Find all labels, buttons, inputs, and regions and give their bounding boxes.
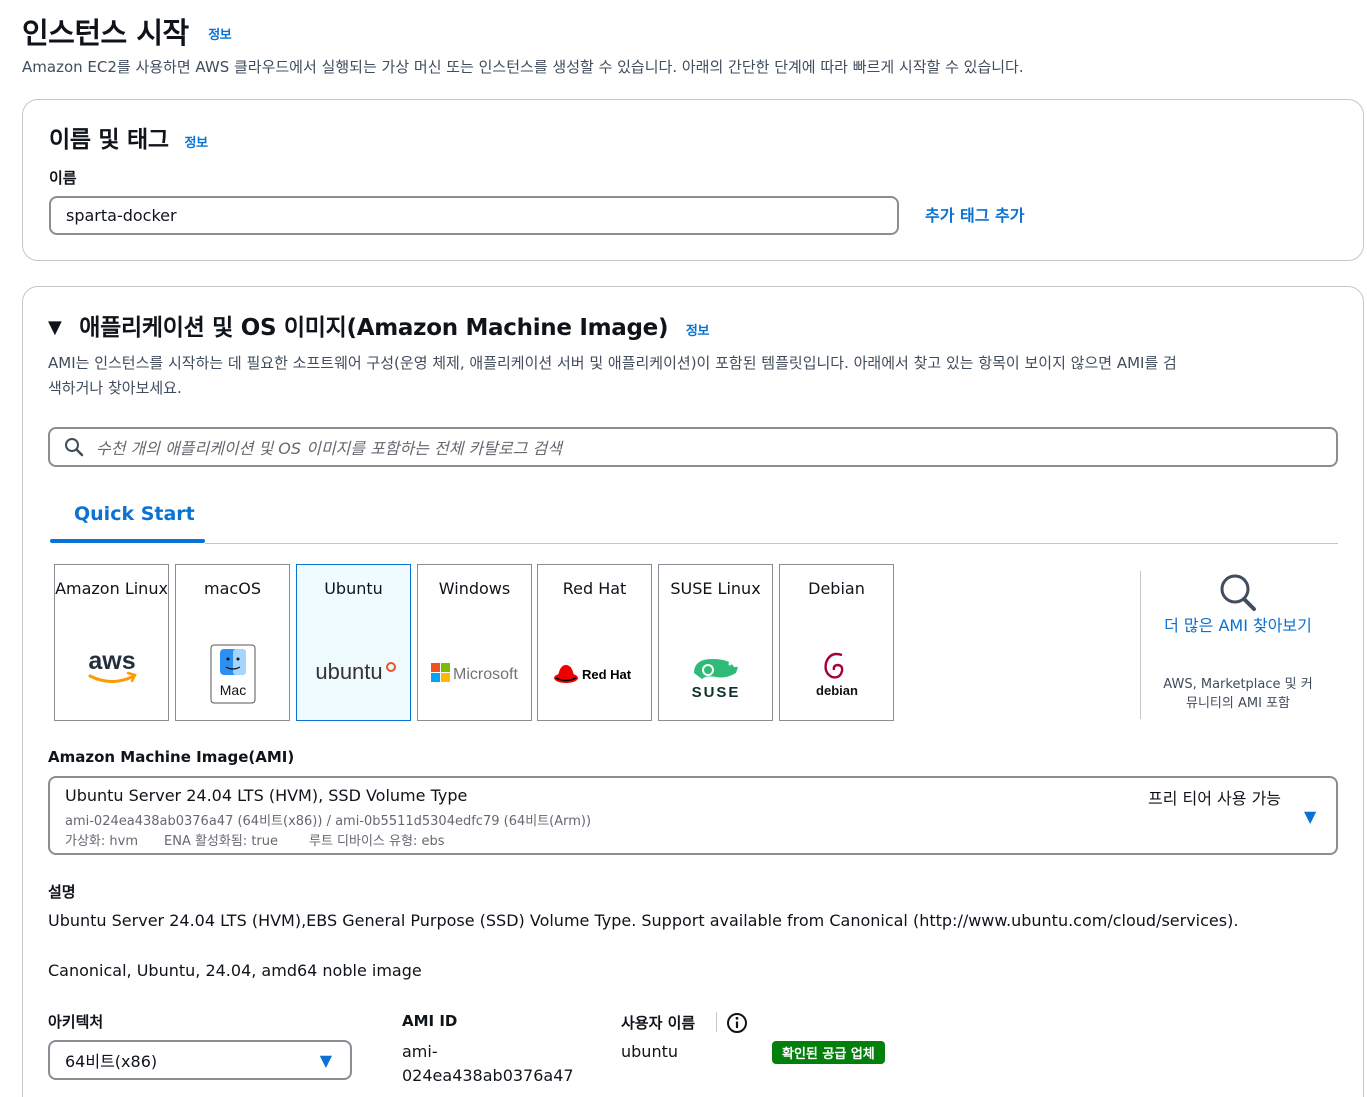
mac-finder-icon: Mac bbox=[176, 644, 289, 704]
name-label: 이름 bbox=[49, 169, 77, 187]
chevron-down-icon: ▼ bbox=[1304, 807, 1317, 826]
svg-text:Mac: Mac bbox=[219, 682, 245, 698]
name-tags-title-text: 이름 및 태그 bbox=[49, 127, 169, 153]
ami-id-value-2: 024ea438ab0376a47 bbox=[402, 1066, 574, 1085]
ami-tile-suse[interactable]: SUSE Linux SUSE bbox=[658, 564, 773, 721]
ami-id-value-1: ami- bbox=[402, 1042, 438, 1061]
arch-label: 아키텍처 bbox=[48, 1013, 104, 1031]
info-link[interactable]: 정보 bbox=[208, 28, 231, 43]
tile-label: macOS bbox=[204, 579, 261, 598]
ami-tile-windows[interactable]: Windows Microsoft bbox=[417, 564, 532, 721]
browse-search-icon[interactable] bbox=[1218, 573, 1258, 615]
svg-text:ubuntu: ubuntu bbox=[315, 659, 382, 684]
tab-divider bbox=[205, 543, 1338, 544]
tile-label: SUSE Linux bbox=[670, 579, 761, 598]
name-input-value: sparta-docker bbox=[66, 206, 177, 225]
add-tags-button[interactable]: 추가 태그 추가 bbox=[925, 202, 1024, 226]
ami-tile-macos[interactable]: macOS Mac bbox=[175, 564, 290, 721]
redhat-logo-icon: Red Hat bbox=[538, 661, 651, 687]
tile-label: Debian bbox=[808, 579, 865, 598]
desc-line2: Canonical, Ubuntu, 24.04, amd64 noble im… bbox=[48, 961, 422, 980]
tab-quick-start[interactable]: Quick Start bbox=[74, 503, 195, 525]
ami-root-device: 루트 디바이스 유형: ebs bbox=[309, 834, 445, 849]
username-label: 사용자 이름 bbox=[621, 1014, 696, 1032]
name-tags-panel: 이름 및 태그 정보 이름 sparta-docker 추가 태그 추가 bbox=[22, 99, 1364, 261]
tiles-divider bbox=[1140, 571, 1141, 719]
svg-text:SUSE: SUSE bbox=[691, 684, 740, 701]
tile-label: Amazon Linux bbox=[55, 579, 168, 598]
suse-logo-icon: SUSE bbox=[659, 653, 772, 701]
desc-line1: Ubuntu Server 24.04 LTS (HVM),EBS Genera… bbox=[48, 911, 1239, 930]
ami-description-line2: 색하거나 찾아보세요. bbox=[48, 379, 182, 397]
info-circle-icon[interactable] bbox=[726, 1012, 748, 1038]
ami-search-input[interactable]: 수천 개의 애플리케이션 및 OS 이미지를 포함하는 전체 카탈로그 검색 bbox=[48, 427, 1338, 467]
ami-id-label: AMI ID bbox=[402, 1012, 458, 1030]
browse-more-sub: AWS, Marketplace 및 커뮤니티의 AMI 포함 bbox=[1163, 677, 1313, 711]
ami-tile-redhat[interactable]: Red Hat Red Hat bbox=[537, 564, 652, 721]
ami-label: Amazon Machine Image(AMI) bbox=[48, 748, 295, 766]
arch-value: 64비트(x86) bbox=[65, 1052, 158, 1071]
ami-ena: ENA 활성화됨: true bbox=[164, 834, 278, 849]
page-title: 인스턴스 시작 정보 bbox=[22, 10, 232, 52]
ami-description: AMI는 인스턴스를 시작하는 데 필요한 소프트웨어 구성(운영 체제, 애플… bbox=[48, 351, 1343, 401]
ubuntu-logo-icon: ubuntu bbox=[297, 657, 410, 687]
collapse-caret-icon[interactable]: ▼ bbox=[48, 317, 62, 338]
verified-provider-badge: 확인된 공급 업체 bbox=[772, 1041, 885, 1064]
username-divider bbox=[716, 1012, 717, 1032]
chevron-down-icon: ▼ bbox=[319, 1051, 332, 1070]
svg-text:debian: debian bbox=[816, 683, 858, 698]
ami-tile-ubuntu[interactable]: Ubuntu ubuntu bbox=[296, 564, 411, 721]
ami-description-line1: AMI는 인스턴스를 시작하는 데 필요한 소프트웨어 구성(운영 체제, 애플… bbox=[48, 354, 1177, 372]
search-placeholder: 수천 개의 애플리케이션 및 OS 이미지를 포함하는 전체 카탈로그 검색 bbox=[96, 439, 562, 458]
name-tags-title: 이름 및 태그 정보 bbox=[49, 120, 208, 154]
ami-virtualization: 가상화: hvm bbox=[65, 834, 138, 849]
name-tags-info-link[interactable]: 정보 bbox=[184, 136, 208, 151]
debian-logo-icon: debian bbox=[780, 647, 893, 701]
ami-tile-debian[interactable]: Debian debian bbox=[779, 564, 894, 721]
ami-name: Ubuntu Server 24.04 LTS (HVM), SSD Volum… bbox=[65, 786, 468, 805]
ami-section-header[interactable]: ▼ 애플리케이션 및 OS 이미지(Amazon Machine Image) … bbox=[48, 308, 710, 342]
ami-tile-amazon-linux[interactable]: Amazon Linux aws bbox=[54, 564, 169, 721]
aws-logo-icon: aws bbox=[55, 645, 168, 685]
arch-select[interactable]: 64비트(x86) ▼ bbox=[48, 1040, 352, 1080]
svg-text:Red Hat: Red Hat bbox=[582, 667, 632, 682]
svg-text:aws: aws bbox=[88, 647, 135, 675]
tab-active-indicator bbox=[50, 539, 205, 543]
ami-select[interactable]: Ubuntu Server 24.04 LTS (HVM), SSD Volum… bbox=[48, 776, 1338, 855]
tile-label: Ubuntu bbox=[324, 579, 383, 598]
browse-more-link[interactable]: 더 많은 AMI 찾아보기 bbox=[1160, 614, 1316, 638]
ami-info-link[interactable]: 정보 bbox=[686, 324, 710, 339]
free-tier-label: 프리 티어 사용 가능 bbox=[1148, 789, 1282, 808]
page-title-text: 인스턴스 시작 bbox=[22, 16, 189, 50]
svg-text:Microsoft: Microsoft bbox=[453, 666, 518, 683]
tile-label: Windows bbox=[438, 579, 511, 598]
name-input[interactable]: sparta-docker bbox=[49, 196, 899, 235]
username-value: ubuntu bbox=[621, 1042, 678, 1061]
search-icon bbox=[65, 438, 84, 457]
ami-ids: ami-024ea438ab0376a47 (64비트(x86)) / ami-… bbox=[65, 814, 592, 829]
tile-label: Red Hat bbox=[562, 579, 627, 598]
page-subtitle: Amazon EC2를 사용하면 AWS 클라우드에서 실행되는 가상 머신 또… bbox=[22, 58, 1024, 76]
microsoft-logo-icon: Microsoft bbox=[418, 661, 531, 685]
desc-label: 설명 bbox=[48, 883, 76, 901]
ami-section-title: 애플리케이션 및 OS 이미지(Amazon Machine Image) bbox=[79, 315, 669, 341]
